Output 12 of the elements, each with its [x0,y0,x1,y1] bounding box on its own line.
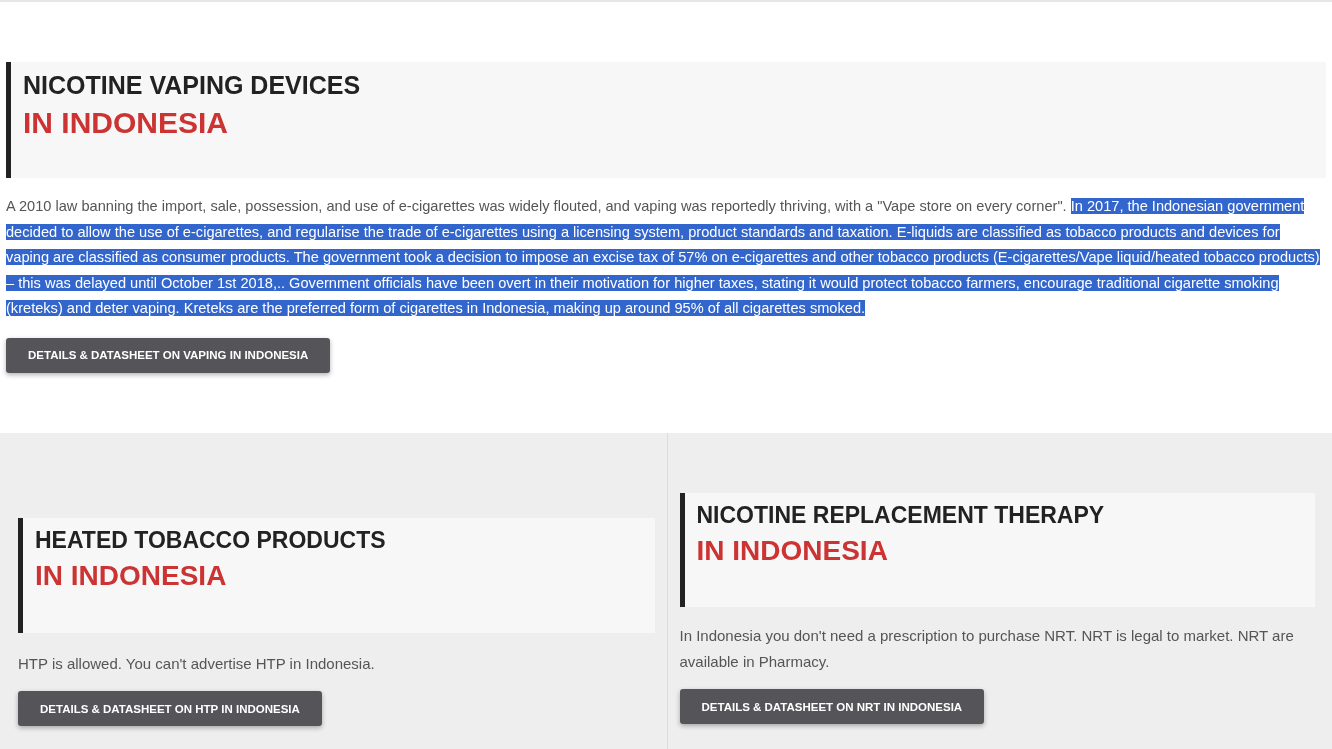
details-button[interactable]: DETAILS & DATASHEET ON HTP IN INDONESIA [18,691,322,726]
paragraph-text: A 2010 law banning the import, sale, possession, and use of e-cigarettes was widely flouted, and vaping was reportedly thriving, with a "Vape store on every corner". In 2017, the Indonesian government decided to allow the use of e-cigarettes, and regularise the trade of e-cigarettes using a licensing system, product standards and taxation. E-liquids are classified as tobacco products and devices for vaping are classified as consumer products. The government took a decision to impose an excise tax of 57% on e-cigarettes and other tobacco products (E-cigarettes/Vape liquid/heated tobacco products) – this was delayed until October 1st 2018,.. Government officials have been overt in their motivation for higher taxes, stating it would protect tobacco farmers, encourage traditional cigarette smoking (kreteks) and deter vaping. Kreteks are the preferred form of cigarettes in Indonesia, making up around 95% of all cigarettes smoked. [6,197,1321,318]
section-subtitle: IN INDONESIA [696,533,888,568]
description-text: HTP is allowed. You can't advertise HTP in Indonesia. [18,654,375,674]
section-title: NICOTINE REPLACEMENT THERAPY [696,501,1105,530]
section-title: NICOTINE VAPING DEVICES [23,70,361,101]
section-subtitle: IN INDONESIA [23,105,229,142]
details-button[interactable]: DETAILS & DATASHEET ON NRT IN INDONESIA [679,689,985,724]
description-text: In Indonesia you don't need a prescription to purchase NRT. NRT is legal to market. NRT are available in Pharmacy. [679,626,1295,672]
section-title: HEATED TOBACCO PRODUCTS [35,526,386,555]
section-subtitle: IN INDONESIA [35,558,227,593]
details-button[interactable]: DETAILS & DATASHEET ON VAPING IN INDONESIA [6,337,331,373]
